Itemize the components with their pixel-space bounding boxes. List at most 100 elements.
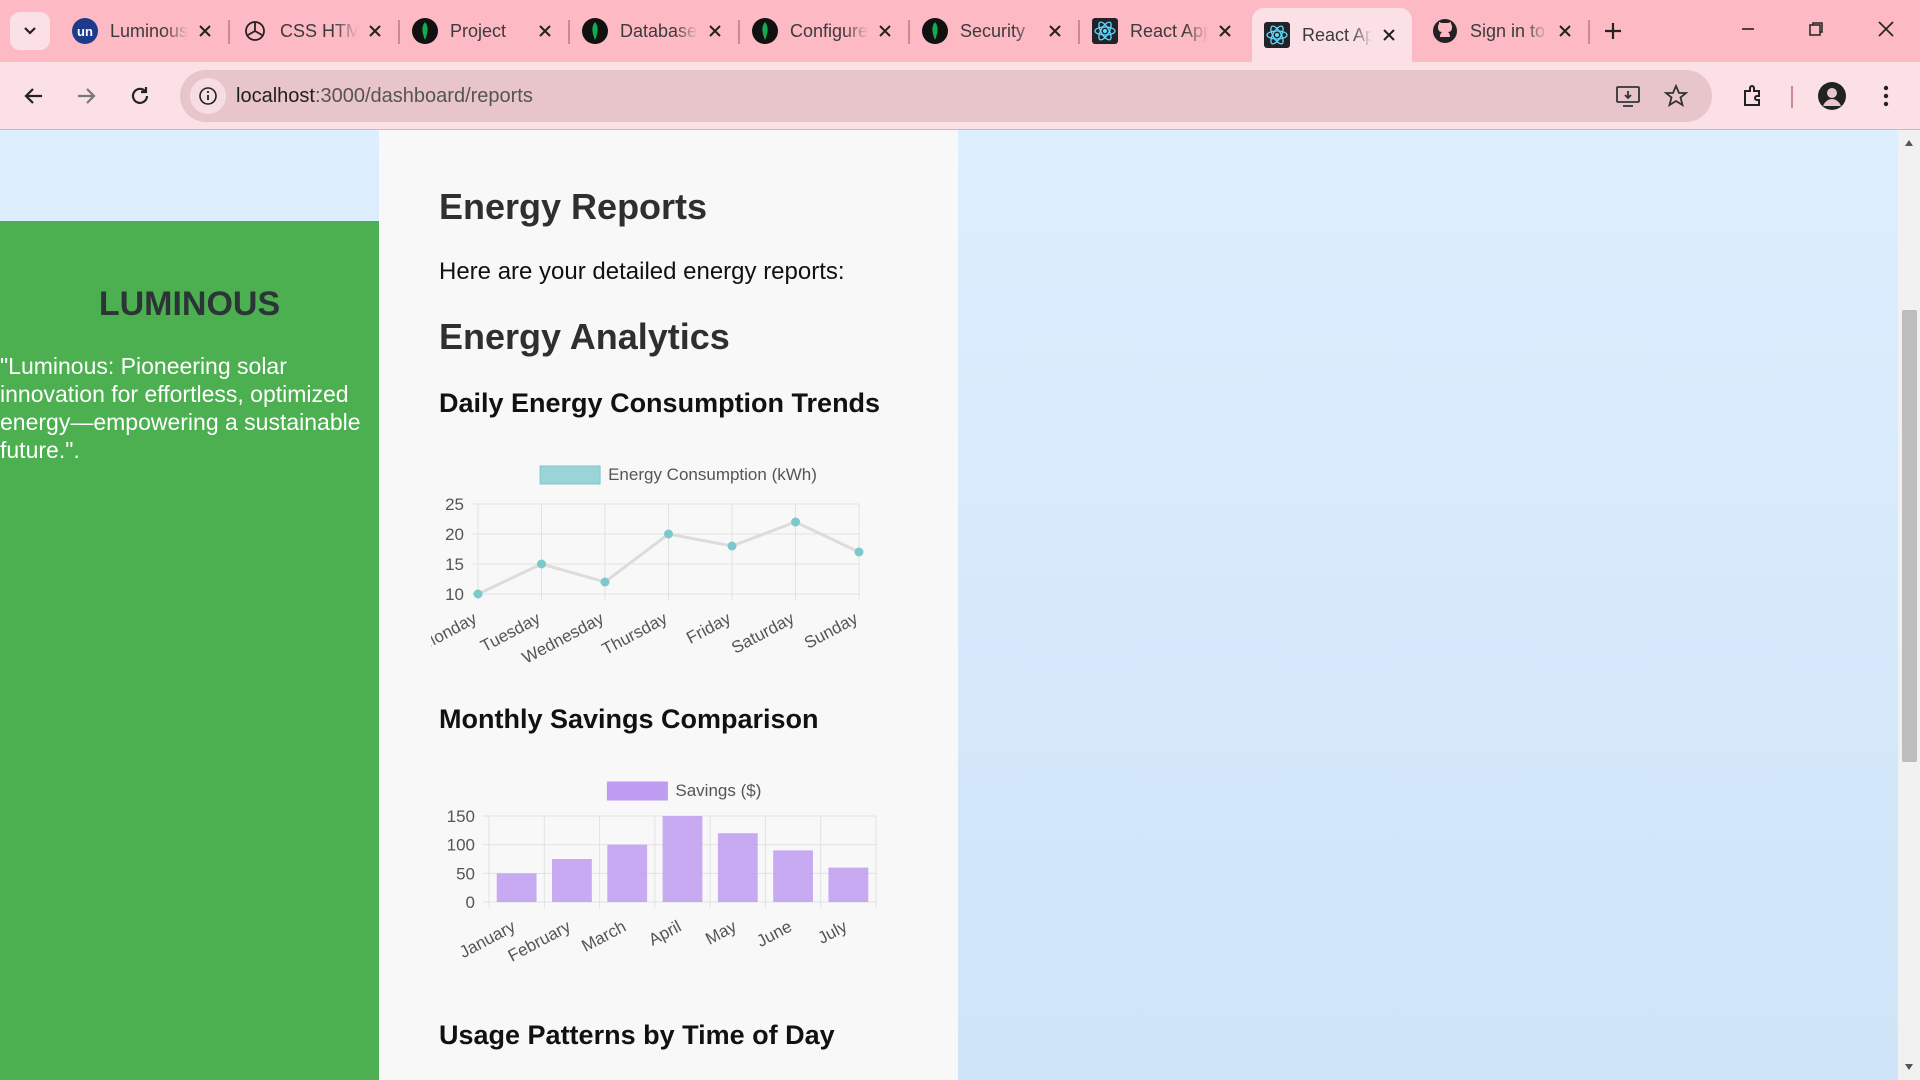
- tab-css-html[interactable]: CSS HTML: [230, 8, 398, 54]
- menu-button[interactable]: [1868, 78, 1904, 114]
- x-tick-label: Sunday: [801, 609, 861, 653]
- plus-icon: [1605, 23, 1621, 39]
- tab-security[interactable]: Security: [910, 8, 1078, 54]
- data-point: [473, 589, 483, 599]
- tab-search-button[interactable]: [10, 12, 50, 50]
- brand-title: LUMINOUS: [98, 285, 281, 323]
- tab-react-app-active[interactable]: React App: [1252, 8, 1412, 62]
- address-bar[interactable]: localhost:3000/dashboard/reports: [180, 70, 1712, 122]
- tab-title: Security: [960, 20, 1026, 41]
- react-icon: [1092, 18, 1118, 44]
- minimize-button[interactable]: [1714, 0, 1782, 58]
- legend-swatch: [606, 781, 668, 801]
- usage-chart-title: Usage Patterns by Time of Day: [439, 1020, 835, 1050]
- intro-text: Here are your detailed energy reports:: [439, 258, 845, 285]
- x-tick-label: Friday: [683, 609, 734, 648]
- close-icon[interactable]: [704, 20, 726, 42]
- y-tick-label: 150: [447, 807, 475, 826]
- tab-luminous[interactable]: un Luminous: [60, 8, 228, 54]
- bar: [717, 833, 758, 902]
- url-host: localhost: [236, 85, 315, 107]
- url-path: :3000/dashboard/reports: [314, 85, 533, 107]
- reload-button[interactable]: [120, 76, 160, 116]
- data-point: [854, 547, 864, 557]
- y-tick-label: 100: [447, 836, 475, 855]
- monthly-chart-title: Monthly Savings Comparison: [439, 704, 819, 734]
- scroll-up-button[interactable]: [1898, 130, 1920, 156]
- legend-label: Energy Consumption (kWh): [608, 465, 817, 484]
- mongodb-leaf-icon: [582, 18, 608, 44]
- tab-react-app[interactable]: React App: [1080, 8, 1248, 54]
- x-tick-label: July: [815, 917, 851, 948]
- close-icon[interactable]: [364, 20, 386, 42]
- tab-github-sign-in[interactable]: Sign in to GitHub: [1420, 8, 1588, 54]
- y-tick-label: 10: [445, 585, 464, 604]
- url-text[interactable]: localhost:3000/dashboard/reports: [236, 85, 533, 108]
- brand-tagline: "Luminous: Pioneering solar innovation f…: [0, 353, 361, 463]
- mongodb-leaf-icon: [922, 18, 948, 44]
- bookmark-button[interactable]: [1660, 80, 1692, 112]
- reports-content: Energy Reports Here are your detailed en…: [379, 130, 958, 1080]
- scroll-down-button[interactable]: [1898, 1054, 1920, 1080]
- extensions-button[interactable]: [1736, 78, 1772, 114]
- tab-title: Configure: [790, 20, 868, 41]
- mongodb-leaf-icon: [412, 18, 438, 44]
- arrow-left-icon: [24, 88, 42, 104]
- close-window-button[interactable]: [1852, 0, 1920, 58]
- close-icon[interactable]: [534, 20, 556, 42]
- tab-project[interactable]: Project: [400, 8, 568, 54]
- puzzle-icon: [1744, 85, 1760, 106]
- data-point: [600, 577, 610, 587]
- data-point: [537, 559, 546, 569]
- tab-title: React App: [1302, 24, 1372, 45]
- bar: [607, 844, 648, 902]
- page-scrollbar[interactable]: [1898, 130, 1920, 1080]
- y-tick-label: 50: [456, 864, 475, 883]
- un-logo-icon: un: [72, 18, 98, 44]
- svg-text:un: un: [77, 24, 93, 39]
- github-icon: [1432, 18, 1458, 44]
- chevron-down-icon: [24, 27, 36, 35]
- site-info-button[interactable]: [190, 78, 226, 114]
- daily-chart-title: Daily Energy Consumption Trends: [439, 388, 881, 418]
- x-tick-label: April: [645, 917, 684, 950]
- page-title: Energy Reports: [439, 186, 708, 227]
- scroll-thumb[interactable]: [1902, 310, 1917, 762]
- close-icon[interactable]: [1044, 20, 1066, 42]
- tab-database[interactable]: Database: [570, 8, 738, 54]
- openai-icon: [242, 18, 268, 44]
- bar: [828, 867, 869, 902]
- bar: [773, 850, 813, 902]
- close-icon[interactable]: [1378, 24, 1400, 46]
- close-icon[interactable]: [1554, 20, 1576, 42]
- triangle-down-icon: [1905, 1064, 1913, 1070]
- close-icon[interactable]: [194, 20, 216, 42]
- toolbar-separator: [1791, 86, 1793, 108]
- tab-title: CSS HTML: [280, 20, 358, 41]
- close-icon[interactable]: [874, 20, 896, 42]
- data-point: [727, 541, 737, 551]
- data-point: [664, 529, 673, 539]
- y-tick-label: 20: [445, 525, 464, 544]
- tab-configure[interactable]: Configure: [740, 8, 908, 54]
- mongodb-leaf-icon: [752, 18, 778, 44]
- x-tick-label: March: [578, 917, 629, 956]
- tab-title: Sign in to GitHub: [1470, 20, 1548, 41]
- restore-icon: [1809, 22, 1823, 36]
- forward-button[interactable]: [66, 76, 106, 116]
- x-tick-label: Saturday: [728, 609, 797, 658]
- install-app-button[interactable]: [1612, 80, 1644, 112]
- x-tick-label: June: [753, 917, 794, 951]
- back-button[interactable]: [14, 76, 54, 116]
- minimize-icon: [1742, 28, 1754, 30]
- tab-title: React App: [1130, 20, 1208, 41]
- profile-button[interactable]: [1814, 78, 1850, 114]
- y-tick-label: 25: [445, 495, 464, 514]
- page-viewport: LUMINOUS "Luminous: Pioneering solar inn…: [0, 130, 1898, 1080]
- close-icon[interactable]: [1214, 20, 1236, 42]
- close-icon: [1878, 21, 1894, 37]
- sidebar: LUMINOUS "Luminous: Pioneering solar inn…: [0, 221, 379, 1080]
- restore-button[interactable]: [1782, 0, 1850, 58]
- legend-label: Savings ($): [675, 781, 761, 800]
- new-tab-button[interactable]: [1598, 16, 1628, 46]
